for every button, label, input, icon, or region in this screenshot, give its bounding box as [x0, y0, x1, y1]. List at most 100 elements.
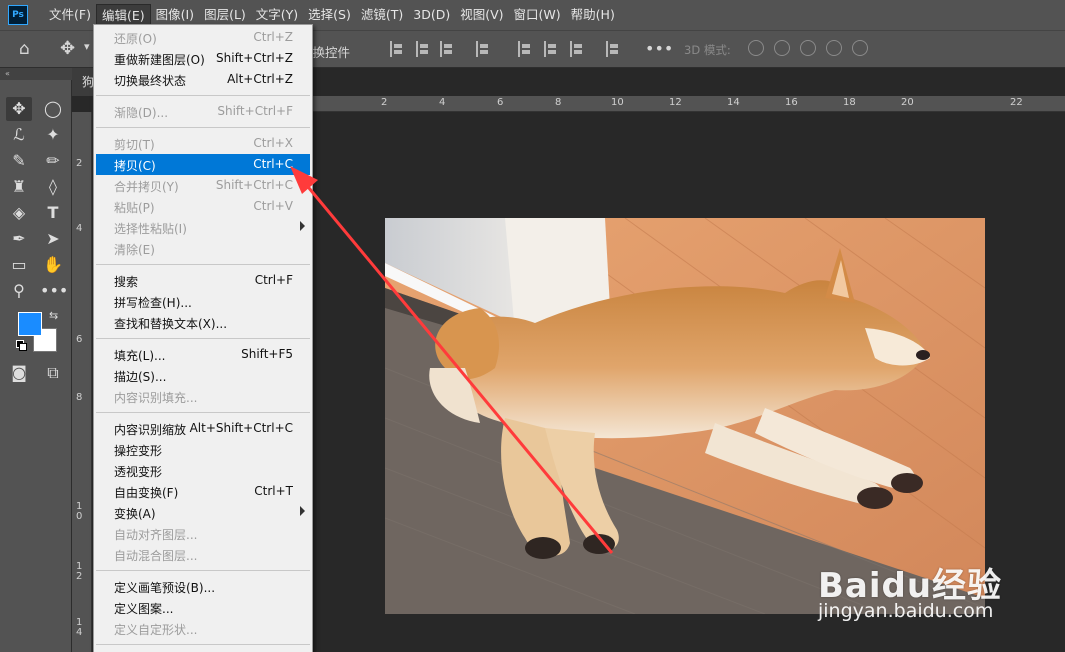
menu-item-perspective-warp[interactable]: 透视变形	[96, 460, 310, 481]
menu-item-auto-align-layers[interactable]: 自动对齐图层...	[96, 523, 310, 544]
menu-layer[interactable]: 图层(L)	[199, 4, 251, 26]
ruler-label: 6	[76, 334, 83, 345]
menu-item-cut[interactable]: 剪切(T) Ctrl+X	[96, 133, 310, 154]
ruler-label: 2	[76, 158, 83, 169]
menu-item-content-aware-scale[interactable]: 内容识别缩放 Alt+Shift+Ctrl+C	[96, 418, 310, 439]
3d-scale-icon[interactable]	[852, 40, 868, 56]
type-tool-icon[interactable]: T	[40, 201, 66, 225]
menu-separator	[96, 338, 310, 339]
menu-item-paste-special[interactable]: 选择性粘贴(I)	[96, 217, 310, 238]
3d-slide-icon[interactable]	[826, 40, 842, 56]
ruler-label: 2	[381, 97, 388, 108]
menu-item-search[interactable]: 搜索 Ctrl+F	[96, 270, 310, 291]
distribute-icon[interactable]	[476, 41, 490, 57]
menu-view[interactable]: 视图(V)	[455, 4, 508, 26]
foreground-color-swatch[interactable]	[18, 312, 42, 336]
hand-tool-icon[interactable]: ✋	[40, 253, 66, 277]
align-bottom-edges-icon[interactable]	[570, 41, 584, 57]
menu-item-define-pattern[interactable]: 定义图案...	[96, 597, 310, 618]
menu-image[interactable]: 图像(I)	[151, 4, 199, 26]
collapse-panel-icon[interactable]: «	[0, 68, 72, 80]
more-tools-icon[interactable]: •••	[40, 279, 68, 303]
swap-colors-icon[interactable]: ⇆	[49, 309, 58, 322]
menu-item-define-brush-preset[interactable]: 定义画笔预设(B)...	[96, 576, 310, 597]
menu-separator	[96, 644, 310, 645]
align-vertical-centers-icon[interactable]	[544, 41, 558, 57]
menu-item-copy-merged[interactable]: 合并拷贝(Y) Shift+Ctrl+C	[96, 175, 310, 196]
quick-mask-icon[interactable]: ◙	[6, 361, 32, 385]
chevron-down-icon[interactable]: ▾	[84, 40, 90, 53]
pen-tool-icon[interactable]: ✒	[6, 227, 32, 251]
menu-item-undo[interactable]: 还原(O) Ctrl+Z	[96, 27, 310, 48]
eyedropper-tool-icon[interactable]: ✎	[6, 149, 32, 173]
menu-select[interactable]: 选择(S)	[303, 4, 356, 26]
eraser-tool-icon[interactable]: ◊	[40, 175, 66, 199]
distribute-vertical-icon[interactable]	[606, 41, 620, 57]
menu-item-auto-blend-layers[interactable]: 自动混合图层...	[96, 544, 310, 565]
ruler-label: 4	[439, 97, 446, 108]
ellipsis-icon[interactable]: •••	[645, 39, 673, 58]
menu-item-fade[interactable]: 渐隐(D)... Shift+Ctrl+F	[96, 101, 310, 122]
ruler-label: 12	[669, 97, 682, 108]
menu-item-fill[interactable]: 填充(L)... Shift+F5	[96, 344, 310, 365]
screen-mode-icon[interactable]: ⧉	[40, 361, 66, 385]
menu-item-redo[interactable]: 重做新建图层(O) Shift+Ctrl+Z	[96, 48, 310, 69]
menu-item-clear[interactable]: 清除(E)	[96, 238, 310, 259]
baidu-watermark-url: jingyan.baidu.com	[818, 600, 994, 622]
ruler-label: 16	[785, 97, 798, 108]
default-colors-icon[interactable]	[16, 340, 27, 351]
menu-item-paste[interactable]: 粘贴(P) Ctrl+V	[96, 196, 310, 217]
align-horizontal-centers-icon[interactable]	[416, 41, 430, 57]
paint-bucket-tool-icon[interactable]: ◈	[6, 201, 32, 225]
menu-filter[interactable]: 滤镜(T)	[356, 4, 408, 26]
ruler-label: 4	[76, 223, 83, 234]
menu-window[interactable]: 窗口(W)	[509, 4, 566, 26]
menu-item-stroke[interactable]: 描边(S)...	[96, 365, 310, 386]
ruler-label: 10	[611, 97, 624, 108]
stamp-tool-icon[interactable]: ♜	[6, 175, 32, 199]
home-icon[interactable]: ⌂	[19, 39, 30, 59]
ruler-label: 8	[555, 97, 562, 108]
mode-3d-label: 3D 模式:	[684, 43, 731, 57]
rectangle-tool-icon[interactable]: ▭	[6, 253, 32, 277]
align-top-edges-icon[interactable]	[518, 41, 532, 57]
photoshop-logo-icon[interactable]: Ps	[8, 5, 28, 25]
submenu-arrow-icon	[300, 506, 305, 516]
move-tool-icon[interactable]: ✥	[6, 97, 32, 121]
menu-separator	[96, 412, 310, 413]
menu-item-define-custom-shape[interactable]: 定义自定形状...	[96, 618, 310, 639]
menu-item-free-transform[interactable]: 自由变换(F) Ctrl+T	[96, 481, 310, 502]
magic-wand-tool-icon[interactable]: ✦	[40, 123, 66, 147]
menu-3d[interactable]: 3D(D)	[408, 4, 455, 26]
menu-item-puppet-warp[interactable]: 操控变形	[96, 439, 310, 460]
menu-item-copy[interactable]: 拷贝(C) Ctrl+C	[96, 154, 310, 175]
menu-help[interactable]: 帮助(H)	[566, 4, 620, 26]
zoom-tool-icon[interactable]: ⚲	[6, 279, 32, 303]
menu-item-transform[interactable]: 变换(A)	[96, 502, 310, 523]
3d-roll-icon[interactable]	[774, 40, 790, 56]
document-image[interactable]	[385, 218, 985, 614]
menu-item-find-replace[interactable]: 查找和替换文本(X)...	[96, 312, 310, 333]
marquee-tool-icon[interactable]: ◯	[40, 97, 66, 121]
menu-type[interactable]: 文字(Y)	[251, 4, 303, 26]
align-left-edges-icon[interactable]	[390, 41, 404, 57]
brush-tool-icon[interactable]: ✏	[40, 149, 66, 173]
lasso-tool-icon[interactable]: ℒ	[6, 123, 32, 147]
3d-pan-icon[interactable]	[800, 40, 816, 56]
path-selection-tool-icon[interactable]: ➤	[40, 227, 66, 251]
menu-item-toggle-last-state[interactable]: 切换最终状态 Alt+Ctrl+Z	[96, 69, 310, 90]
menu-item-check-spelling[interactable]: 拼写检查(H)...	[96, 291, 310, 312]
menu-file[interactable]: 文件(F)	[44, 4, 96, 26]
3d-orbit-icon[interactable]	[748, 40, 764, 56]
ruler-label: 8	[76, 392, 83, 403]
photoshop-window: Ps 文件(F) 编辑(E) 图像(I) 图层(L) 文字(Y) 选择(S) 滤…	[0, 0, 1065, 652]
menu-edit[interactable]: 编辑(E)	[95, 4, 151, 26]
menu-separator	[96, 127, 310, 128]
ruler-label: 1 0	[76, 501, 83, 522]
submenu-arrow-icon	[300, 221, 305, 231]
move-tool-icon[interactable]: ✥	[60, 38, 75, 59]
edit-menu-dropdown: 还原(O) Ctrl+Z 重做新建图层(O) Shift+Ctrl+Z 切换最终状态…	[93, 24, 313, 652]
align-right-edges-icon[interactable]	[440, 41, 454, 57]
ruler-label: 6	[497, 97, 504, 108]
menu-item-content-aware-fill[interactable]: 内容识别填充...	[96, 386, 310, 407]
